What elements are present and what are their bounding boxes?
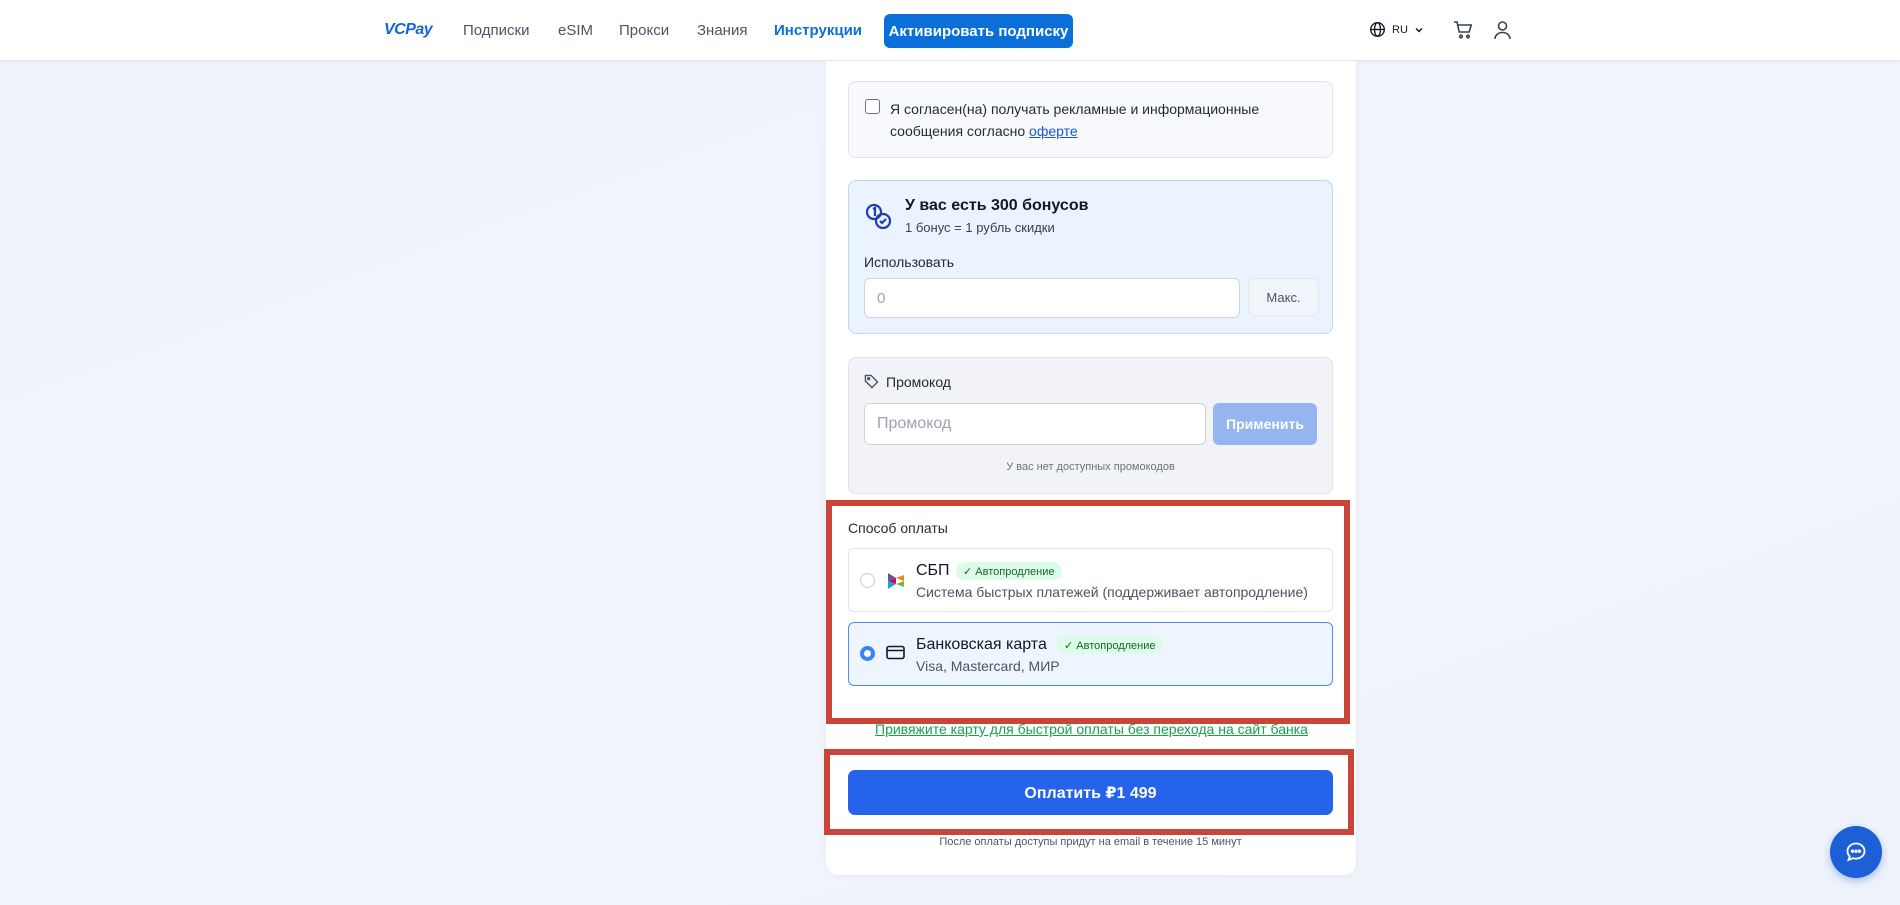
promo-note: У вас нет доступных промокодов xyxy=(1006,461,1175,473)
cart-icon[interactable] xyxy=(1453,20,1473,40)
coins-icon xyxy=(865,203,892,230)
bonus-max-button[interactable]: Макс. xyxy=(1248,278,1319,316)
top-header: VCPay Подписки eSIM Прокси Знания Инстру… xyxy=(0,0,1900,61)
bonus-title: У вас есть 300 бонусов xyxy=(905,197,1089,214)
language-label: RU xyxy=(1392,23,1408,36)
chat-button[interactable] xyxy=(1830,826,1882,878)
logo[interactable]: VCPay xyxy=(384,21,433,39)
user-icon[interactable] xyxy=(1493,20,1512,40)
chat-icon xyxy=(1846,842,1866,862)
promo-title: Промокод xyxy=(886,374,951,390)
bonus-amount-input[interactable]: 0 xyxy=(864,278,1240,318)
bonus-use-label: Использовать xyxy=(864,254,955,270)
nav-knowledge[interactable]: Знания xyxy=(697,22,747,39)
promo-apply-button[interactable]: Применить xyxy=(1213,403,1317,445)
offer-link[interactable]: оферте xyxy=(1029,123,1078,139)
after-payment-note: После оплаты доступы придут на email в т… xyxy=(939,836,1242,848)
consent-checkbox[interactable] xyxy=(865,99,880,114)
chevron-down-icon xyxy=(1415,27,1423,33)
nav-instructions[interactable]: Инструкции xyxy=(774,22,862,39)
pay-button-highlight xyxy=(824,749,1354,835)
nav-proxy[interactable]: Прокси xyxy=(619,22,669,39)
promo-code-input[interactable]: Промокод xyxy=(864,403,1206,445)
consent-text: Я согласен(на) получать рекламные и инфо… xyxy=(890,98,1320,142)
language-selector[interactable]: RU xyxy=(1369,21,1424,38)
activate-subscription-button[interactable]: Активировать подписку xyxy=(884,14,1073,48)
payment-method-highlight xyxy=(826,500,1350,724)
nav-subscriptions[interactable]: Подписки xyxy=(463,22,530,39)
globe-icon xyxy=(1370,22,1385,37)
bonus-subtitle: 1 бонус = 1 рубль скидки xyxy=(905,220,1055,235)
nav-esim[interactable]: eSIM xyxy=(558,22,593,39)
tag-icon xyxy=(864,374,879,389)
